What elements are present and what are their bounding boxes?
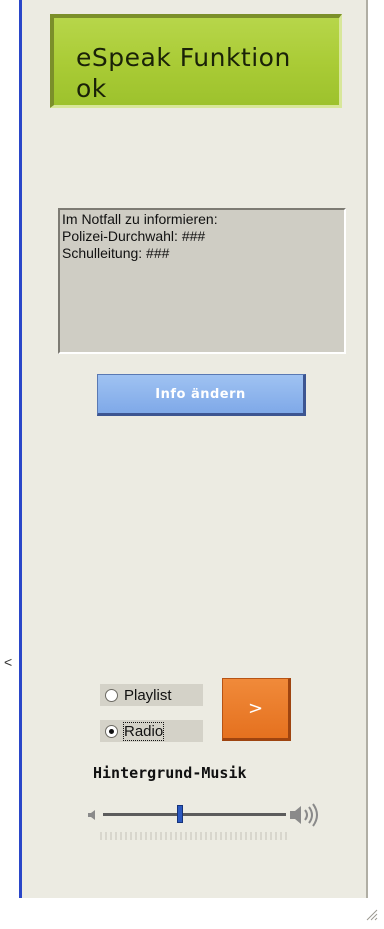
status-strip — [0, 898, 384, 929]
status-line-2: ok — [76, 74, 107, 103]
play-button[interactable]: > — [222, 678, 291, 741]
volume-slider-ticks — [100, 832, 290, 840]
radio-radio-label[interactable]: Radio — [122, 721, 165, 741]
resize-grip-icon[interactable] — [364, 906, 378, 924]
info-line-3: Schulleitung: ### — [62, 245, 170, 261]
status-display-text: eSpeak Funktion ok — [76, 42, 340, 104]
info-line-2: Polizei-Durchwahl: ### — [62, 228, 206, 244]
panel-right-border — [366, 0, 368, 898]
status-line-1: eSpeak Funktion — [76, 43, 291, 72]
info-line-1: Im Notfall zu informieren: — [62, 211, 218, 227]
radio-playlist[interactable]: Playlist — [100, 684, 203, 706]
info-change-button[interactable]: Info ändern — [97, 374, 306, 416]
volume-slider-thumb[interactable] — [176, 805, 183, 823]
background-music-label: Hintergrund-Musik — [93, 764, 247, 782]
volume-high-icon — [290, 803, 318, 827]
status-display: eSpeak Funktion ok — [50, 14, 342, 108]
volume-low-icon — [88, 810, 95, 820]
radio-playlist-label[interactable]: Playlist — [124, 687, 172, 704]
radio-playlist-circle[interactable] — [105, 688, 118, 702]
emergency-info-box: Im Notfall zu informieren: Polizei-Durch… — [58, 208, 346, 354]
radio-radio[interactable]: Radio — [100, 720, 203, 742]
stray-mark: < — [4, 654, 13, 670]
radio-radio-circle[interactable] — [105, 724, 118, 738]
volume-slider-track[interactable] — [103, 813, 286, 816]
